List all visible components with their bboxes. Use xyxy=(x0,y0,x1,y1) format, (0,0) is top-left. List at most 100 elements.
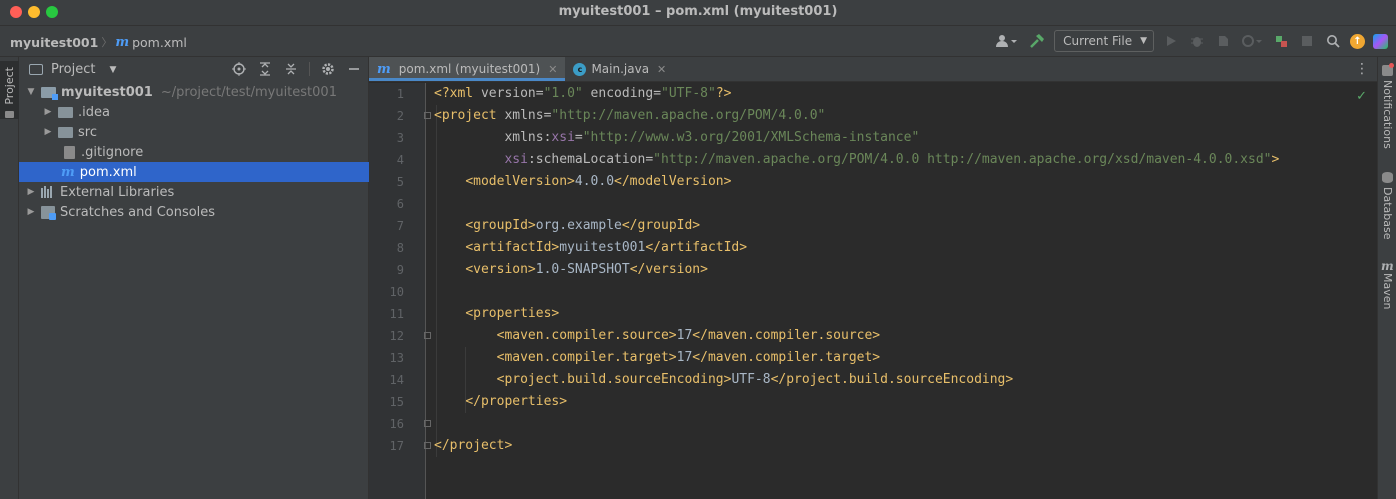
close-icon[interactable]: ✕ xyxy=(657,63,666,76)
project-tool-tab[interactable]: Project xyxy=(0,61,19,119)
code-line-7: <groupId>org.example</groupId> xyxy=(434,215,1279,237)
xml-token: </project.build.sourceEncoding> xyxy=(770,372,1014,387)
java-class-icon: c xyxy=(573,62,587,76)
build-hammer-icon[interactable] xyxy=(1028,32,1046,50)
profile-icon[interactable] xyxy=(1240,32,1264,50)
line-number: 7 xyxy=(396,219,404,233)
tree-item-path: ~/project/test/myuitest001 xyxy=(160,84,337,100)
gear-icon[interactable] xyxy=(320,60,336,78)
fold-marker-icon[interactable] xyxy=(424,112,431,119)
xml-token: 17 xyxy=(676,350,693,365)
no-problems-check-icon[interactable]: ✓ xyxy=(1356,89,1367,104)
code-area[interactable]: 1 2 3 4 5 6 7 8 9 10 11 12 13 14 15 16 1… xyxy=(369,83,1377,499)
xml-token: :schemaLocation xyxy=(527,152,646,167)
breadcrumb-separator-icon: 〉 xyxy=(101,36,113,49)
tab-main-java[interactable]: c Main.java ✕ xyxy=(565,57,674,81)
breadcrumb-project[interactable]: myuitest001 xyxy=(10,35,98,50)
xml-token: <project.build.sourceEncoding> xyxy=(496,372,732,387)
xml-token: = xyxy=(653,86,662,101)
tree-item-gitignore[interactable]: .gitignore xyxy=(19,142,369,162)
chevron-down-icon[interactable]: ▼ xyxy=(109,65,116,75)
notifications-tool-tab[interactable]: Notifications xyxy=(1378,63,1396,149)
chevron-right-icon[interactable]: ▶ xyxy=(42,107,54,117)
hide-panel-icon[interactable] xyxy=(346,60,362,78)
line-number: 14 xyxy=(389,373,404,387)
run-with-coverage-icon[interactable] xyxy=(1214,32,1232,50)
fold-marker-icon[interactable] xyxy=(424,420,431,427)
line-number: 12 xyxy=(389,329,404,343)
user-icon[interactable] xyxy=(994,32,1020,50)
xml-token: </modelVersion> xyxy=(614,174,732,189)
line-number: 3 xyxy=(396,131,404,145)
fold-marker-icon[interactable] xyxy=(424,442,431,449)
tree-item-pom-xml[interactable]: m pom.xml xyxy=(19,162,369,182)
folder-icon xyxy=(5,111,14,118)
right-tool-strip: Notifications Database m Maven xyxy=(1377,57,1396,499)
line-number: 8 xyxy=(396,241,404,255)
expand-all-icon[interactable] xyxy=(257,60,273,78)
jetbrains-toolbox-icon[interactable] xyxy=(1373,33,1388,49)
select-opened-file-icon[interactable] xyxy=(231,60,247,78)
chevron-right-icon[interactable]: ▶ xyxy=(25,187,37,197)
xml-token: xmlns xyxy=(504,108,544,123)
maven-file-icon: m xyxy=(115,34,130,50)
run-configuration-dropdown[interactable]: Current File ▼ xyxy=(1054,30,1154,52)
run-icon[interactable] xyxy=(1162,32,1180,50)
stop-icon[interactable] xyxy=(1298,32,1316,50)
maven-label: Maven xyxy=(1381,273,1394,310)
fold-marker-icon[interactable] xyxy=(424,332,431,339)
tab-pom-xml[interactable]: m pom.xml (myuitest001) ✕ xyxy=(369,57,566,81)
chevron-right-icon[interactable]: ▶ xyxy=(42,127,54,137)
close-icon[interactable]: ✕ xyxy=(548,63,557,76)
editor-tabs: m pom.xml (myuitest001) ✕ c Main.java ✕ … xyxy=(369,57,1377,82)
folder-icon xyxy=(29,64,43,75)
code-line-4: xsi:schemaLocation="http://maven.apache.… xyxy=(434,149,1279,171)
fold-gutter xyxy=(424,83,434,499)
tree-item-external-libraries[interactable]: ▶ External Libraries xyxy=(19,182,369,202)
database-tool-tab[interactable]: Database xyxy=(1378,172,1396,240)
tree-item-scratches[interactable]: ▶ Scratches and Consoles xyxy=(19,202,369,222)
code-line-14: <project.build.sourceEncoding>UTF-8</pro… xyxy=(434,369,1279,391)
xml-token: xmlns xyxy=(504,130,544,145)
debug-icon[interactable] xyxy=(1188,32,1206,50)
code-line-8: <artifactId>myuitest001</artifactId> xyxy=(434,237,1279,259)
tab-label: pom.xml (myuitest001) xyxy=(398,62,541,76)
editor: m pom.xml (myuitest001) ✕ c Main.java ✕ … xyxy=(369,57,1377,499)
navigation-bar: myuitest001 〉 m pom.xml Current File ▼ ↑ xyxy=(0,26,1396,57)
updates-icon[interactable]: ↑ xyxy=(1350,33,1365,49)
more-tabs-icon[interactable]: ⋮ xyxy=(1355,61,1369,77)
line-number: 5 xyxy=(396,175,404,189)
gitignore-file-icon xyxy=(64,145,75,159)
xml-token: 1.0-SNAPSHOT xyxy=(535,262,630,277)
search-icon[interactable] xyxy=(1324,32,1342,50)
xml-token: = xyxy=(535,86,544,101)
rerun-icon[interactable] xyxy=(1272,32,1290,50)
chevron-down-icon[interactable]: ▼ xyxy=(25,87,37,97)
xml-token: </maven.compiler.target> xyxy=(692,350,881,365)
xml-token: 4.0.0 xyxy=(574,174,615,189)
line-number: 10 xyxy=(389,285,404,299)
xml-token: </project> xyxy=(434,438,513,453)
collapse-all-icon[interactable] xyxy=(283,60,299,78)
title-bar: myuitest001 – pom.xml (myuitest001) xyxy=(0,0,1396,26)
tree-item-src[interactable]: ▶ src xyxy=(19,122,369,142)
xml-token: org.example xyxy=(535,218,622,233)
project-panel-title[interactable]: Project xyxy=(51,62,95,77)
xml-token: <maven.compiler.target> xyxy=(496,350,677,365)
line-number: 11 xyxy=(389,307,404,321)
xml-token: <version> xyxy=(465,262,536,277)
tree-item-myuitest001[interactable]: ▼ myuitest001 ~/project/test/myuitest001 xyxy=(19,82,369,102)
chevron-right-icon[interactable]: ▶ xyxy=(25,207,37,217)
scratches-icon xyxy=(41,205,56,220)
tree-item-idea[interactable]: ▶ .idea xyxy=(19,102,369,122)
database-icon xyxy=(1382,172,1393,183)
maven-tool-tab[interactable]: m Maven xyxy=(1378,259,1396,309)
breadcrumb-file[interactable]: pom.xml xyxy=(132,35,187,50)
